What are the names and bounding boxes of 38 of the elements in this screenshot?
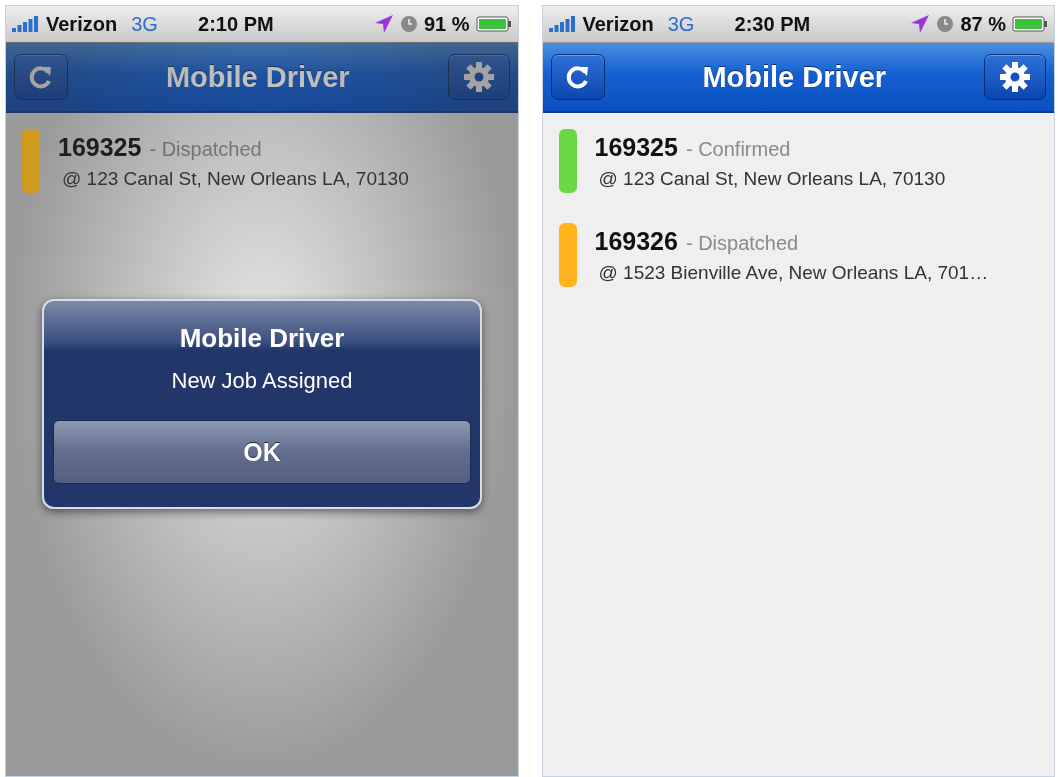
job-address: @ 123 Canal St, New Orleans LA, 70130 — [61, 167, 409, 190]
job-address: @ 123 Canal St, New Orleans LA, 70130 — [597, 167, 946, 190]
job-number: 169325 — [58, 132, 142, 162]
battery-percent: 91 % — [423, 12, 470, 36]
carrier-name: Verizon — [582, 12, 654, 36]
job-status: - Dispatched — [149, 137, 262, 161]
location-arrow-icon — [910, 14, 931, 34]
clock-time: 2:10 PM — [197, 12, 275, 36]
alert-message: New Job Assigned — [171, 368, 353, 394]
alert-title: Mobile Driver — [179, 323, 345, 354]
network-type: 3G — [667, 12, 695, 36]
job-status: - Dispatched — [685, 231, 799, 255]
settings-button[interactable] — [984, 54, 1046, 100]
refresh-button[interactable] — [550, 54, 605, 100]
job-address: @ 1523 Bienville Ave, New Orleans LA, 701… — [597, 261, 989, 284]
app-title: Mobile Driver — [165, 60, 350, 94]
battery-percent: 87 % — [960, 12, 1006, 36]
ok-button[interactable]: OK — [53, 420, 471, 484]
job-number: 169326 — [594, 226, 678, 256]
refresh-icon — [28, 64, 54, 90]
settings-button[interactable] — [447, 54, 510, 100]
carrier-name: Verizon — [46, 12, 118, 36]
location-arrow-icon — [373, 14, 394, 34]
refresh-button[interactable] — [14, 54, 68, 100]
clock-time: 2:30 PM — [733, 12, 812, 36]
job-status: - Confirmed — [685, 137, 791, 161]
alarm-clock-icon — [399, 15, 418, 33]
signal-icon — [12, 16, 40, 32]
alarm-clock-icon — [936, 15, 955, 33]
settings-icon — [462, 61, 495, 93]
settings-icon — [999, 61, 1031, 93]
refresh-icon — [564, 64, 591, 90]
battery-icon — [475, 16, 512, 32]
battery-icon — [1012, 16, 1048, 32]
signal-icon — [548, 16, 577, 32]
network-type: 3G — [131, 12, 158, 36]
app-title: Mobile Driver — [702, 60, 887, 94]
job-number: 169325 — [594, 132, 678, 162]
